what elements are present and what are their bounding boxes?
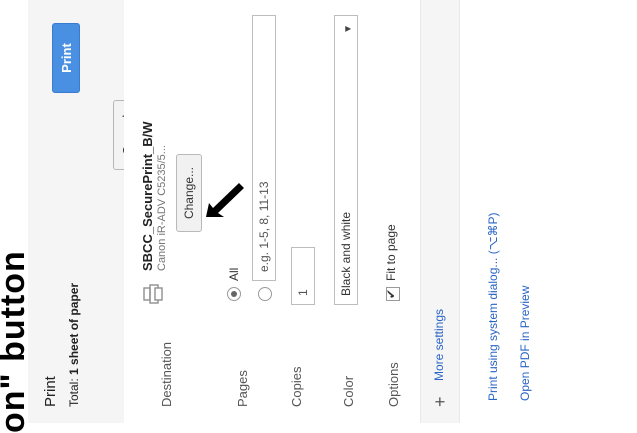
- instruction-overlay: on" button: [0, 0, 32, 433]
- color-select[interactable]: Black and white ▼: [334, 15, 358, 305]
- fit-to-page-checkbox[interactable]: ✔: [384, 287, 400, 301]
- dialog-title: Print: [42, 376, 59, 407]
- total-prefix: Total:: [67, 374, 81, 407]
- chevron-down-icon: ▼: [343, 24, 354, 34]
- total-value: 1 sheet of paper: [67, 282, 81, 375]
- pages-all-radio[interactable]: [227, 287, 241, 301]
- print-dialog: on" button Print Total: 1 sheet of paper…: [0, 0, 637, 433]
- print-header: Print Total: 1 sheet of paper Print Canc…: [28, 0, 141, 423]
- pointer-arrow-icon: [206, 183, 244, 217]
- printer-icon: [142, 283, 164, 305]
- pages-all-label: All: [227, 267, 241, 281]
- options-label: Options: [386, 362, 401, 407]
- settings-panel: Destination SBCC_SecurePrint_B/W Canon i…: [124, 0, 460, 423]
- pages-custom-radio[interactable]: [258, 287, 272, 301]
- more-settings-row[interactable]: + More settings: [420, 0, 460, 423]
- printer-model: Canon iR-ADV C5235/5...: [156, 145, 168, 271]
- open-pdf-link[interactable]: Open PDF in Preview: [518, 286, 532, 401]
- copies-input[interactable]: 1: [291, 247, 315, 305]
- printer-name: SBCC_SecurePrint_B/W: [140, 121, 155, 271]
- pages-label: Pages: [235, 370, 250, 407]
- plus-icon: +: [430, 396, 450, 407]
- color-select-value: Black and white: [339, 211, 353, 296]
- printer-icon-svg: [143, 284, 163, 304]
- pages-range-input[interactable]: e.g. 1-5, 8, 11-13: [252, 15, 276, 281]
- checkmark-icon: ✔: [384, 288, 398, 299]
- total-sheets: Total: 1 sheet of paper: [67, 283, 81, 407]
- color-label: Color: [341, 375, 356, 407]
- fit-to-page-label: Fit to page: [384, 224, 398, 281]
- more-settings-link[interactable]: More settings: [432, 309, 446, 381]
- copies-label: Copies: [289, 366, 304, 407]
- print-button[interactable]: Print: [52, 23, 80, 93]
- destination-label: Destination: [159, 341, 174, 407]
- system-dialog-link[interactable]: Print using system dialog... (⌥⌘P): [486, 212, 500, 401]
